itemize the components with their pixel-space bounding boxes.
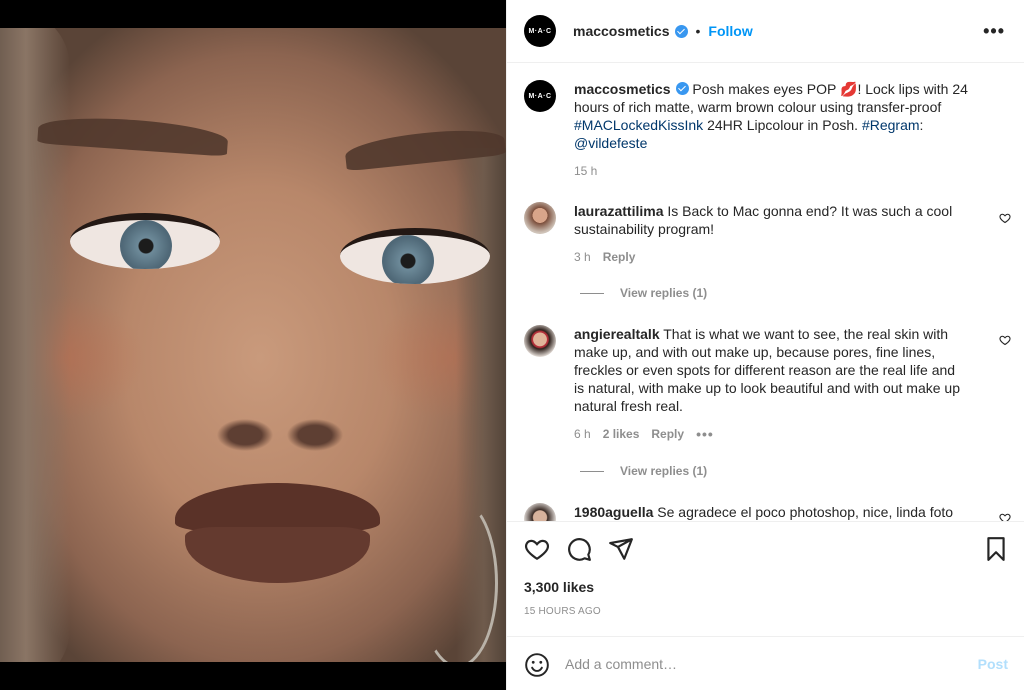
follow-button[interactable]: Follow (708, 23, 752, 39)
heart-icon[interactable] (524, 536, 550, 562)
hoop-earring (418, 498, 498, 662)
header-separator: • (695, 23, 701, 39)
view-replies-button[interactable]: View replies (1) (580, 464, 707, 478)
add-comment-bar: Post (507, 636, 1024, 690)
post-timestamp[interactable]: 15 HOURS AGO (524, 606, 601, 617)
verified-badge-icon (674, 24, 688, 38)
caption-text: Posh makes eyes POP (692, 81, 837, 97)
comment-likes[interactable]: 2 likes (603, 425, 640, 443)
caption-text: 24HR Lipcolour in Posh. (707, 117, 859, 133)
author-username[interactable]: maccosmetics (573, 23, 670, 39)
caption-time[interactable]: 15 h (574, 162, 597, 180)
post-header: M·A·C maccosmetics • Follow ••• (507, 0, 1024, 63)
like-comment-icon[interactable] (999, 334, 1011, 346)
comment-icon[interactable] (566, 536, 592, 562)
comment-time[interactable]: 6 h (574, 425, 591, 443)
comment-body: angierealtalk That is what we want to se… (574, 325, 969, 443)
like-comment-icon[interactable] (999, 512, 1011, 521)
reply-button[interactable]: Reply (603, 248, 636, 266)
mac-logo: M·A·C (528, 27, 552, 35)
emoji-icon[interactable] (524, 652, 550, 678)
view-replies-label: View replies (1) (620, 286, 708, 300)
comments-list[interactable]: M·A·C maccosmetics Posh makes eyes POP 💋… (507, 64, 1024, 521)
hashtag-link[interactable]: #MACLockedKissInk (574, 117, 703, 133)
replies-divider (580, 292, 604, 294)
likes-count[interactable]: 3,300 likes (524, 579, 594, 595)
view-replies-button[interactable]: View replies (1) (580, 286, 707, 300)
post-side-panel: M·A·C maccosmetics • Follow ••• M·A·C ma… (506, 0, 1024, 690)
post-caption: M·A·C maccosmetics Posh makes eyes POP 💋… (524, 80, 994, 180)
mac-logo: M·A·C (528, 92, 552, 100)
comment-time[interactable]: 3 h (574, 248, 591, 266)
nose (205, 373, 355, 463)
author-avatar[interactable]: M·A·C (524, 15, 556, 47)
right-eye (340, 228, 490, 284)
comment-username[interactable]: laurazattilima (574, 203, 663, 219)
right-iris (382, 235, 434, 284)
view-replies-label: View replies (1) (620, 464, 708, 478)
comment-username[interactable]: 1980aguella (574, 504, 653, 520)
caption-text: : (919, 117, 924, 133)
caption-body: maccosmetics Posh makes eyes POP 💋! Lock… (574, 80, 974, 180)
like-comment-icon[interactable] (999, 212, 1011, 224)
kiss-emoji: 💋 (840, 81, 858, 97)
verified-badge-icon (675, 82, 689, 95)
comment-username[interactable]: angierealtalk (574, 326, 660, 342)
mention-link[interactable]: @vildefeste (574, 135, 647, 151)
commenter-avatar[interactable] (524, 202, 556, 234)
comment-meta: 3 h Reply (574, 248, 959, 266)
lower-lip (185, 527, 370, 583)
more-options-icon[interactable]: ••• (983, 22, 1005, 40)
caption-avatar[interactable]: M·A·C (524, 80, 556, 112)
left-iris (120, 220, 172, 269)
caption-username[interactable]: maccosmetics (574, 81, 671, 97)
upper-lip (175, 483, 380, 531)
commenter-avatar[interactable] (524, 325, 556, 357)
post-image[interactable] (0, 0, 506, 690)
photo-frame (0, 28, 506, 662)
comment-body: 1980aguella Se agradece el poco photosho… (574, 503, 969, 521)
bookmark-icon[interactable] (983, 536, 1009, 562)
reply-button[interactable]: Reply (651, 425, 684, 443)
caption-meta: 15 h (574, 162, 974, 180)
comment-item: laurazattilima Is Back to Mac gonna end?… (524, 202, 994, 266)
post-comment-button[interactable]: Post (978, 656, 1008, 672)
replies-divider (580, 470, 604, 472)
comment-text: Se agradece el poco photoshop, nice, lin… (657, 504, 954, 520)
comment-item: angierealtalk That is what we want to se… (524, 325, 994, 443)
comment-meta: 6 h 2 likes Reply ••• (574, 425, 969, 443)
comment-options-icon[interactable]: ••• (696, 425, 714, 443)
left-eye (70, 213, 220, 269)
comment-body: laurazattilima Is Back to Mac gonna end?… (574, 202, 959, 266)
comment-input[interactable] (565, 653, 955, 675)
post-actions: 3,300 likes 15 HOURS AGO (507, 521, 1024, 636)
lips (175, 483, 380, 583)
commenter-avatar[interactable] (524, 503, 556, 521)
hashtag-link[interactable]: #Regram (862, 117, 920, 133)
share-icon[interactable] (608, 536, 634, 562)
comment-item: 1980aguella Se agradece el poco photosho… (524, 503, 994, 521)
